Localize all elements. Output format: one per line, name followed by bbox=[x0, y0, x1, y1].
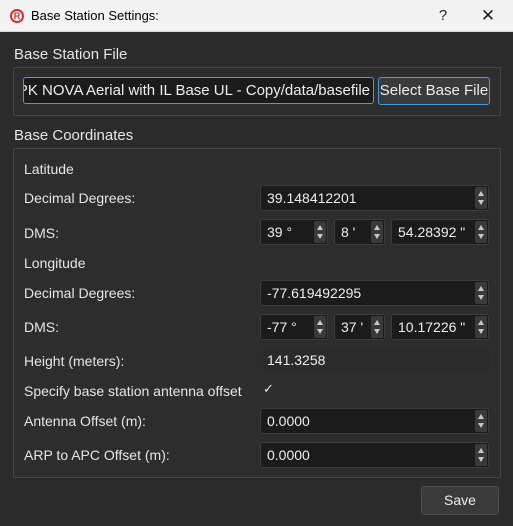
antenna-offset-label: Antenna Offset (m): bbox=[24, 413, 146, 429]
longitude-seconds-input[interactable]: 10.17226 " bbox=[391, 314, 489, 340]
arp-apc-offset-input[interactable]: 0.0000 bbox=[260, 442, 489, 468]
arp-apc-offset-value: 0.0000 bbox=[267, 447, 310, 463]
latitude-dms-label: DMS: bbox=[24, 225, 59, 241]
spin-up-icon bbox=[317, 225, 323, 230]
close-button[interactable]: ✕ bbox=[477, 5, 499, 27]
antenna-offset-input[interactable]: 0.0000 bbox=[260, 408, 489, 434]
latitude-decimal-value: 39.148412201 bbox=[267, 190, 357, 206]
base-file-path-text: PK NOVA Aerial with IL Base UL - Copy/da… bbox=[23, 82, 370, 99]
spin-down-icon bbox=[317, 329, 323, 334]
latitude-seconds-spinner[interactable] bbox=[475, 221, 487, 243]
latitude-degrees-input[interactable]: 39 ° bbox=[260, 219, 328, 245]
latitude-heading: Latitude bbox=[24, 161, 74, 177]
select-base-file-button[interactable]: Select Base File bbox=[378, 77, 490, 105]
longitude-minutes-input[interactable]: 37 ' bbox=[334, 314, 385, 340]
latitude-minutes-spinner[interactable] bbox=[371, 221, 383, 243]
longitude-degrees-spinner[interactable] bbox=[314, 316, 326, 338]
spin-down-icon bbox=[374, 329, 380, 334]
longitude-heading: Longitude bbox=[24, 255, 86, 271]
base-coordinates-title: Base Coordinates bbox=[14, 127, 134, 144]
title-bar: R Base Station Settings: ? ✕ bbox=[0, 0, 513, 32]
spin-down-icon bbox=[478, 329, 484, 334]
longitude-dms-label: DMS: bbox=[24, 319, 59, 335]
longitude-minutes-spinner[interactable] bbox=[371, 316, 383, 338]
window-title: Base Station Settings: bbox=[31, 8, 159, 23]
spin-down-icon bbox=[478, 234, 484, 239]
spin-up-icon bbox=[478, 414, 484, 419]
longitude-minutes-value: 37 ' bbox=[341, 319, 364, 335]
longitude-degrees-value: -77 ° bbox=[267, 319, 297, 335]
spin-up-icon bbox=[478, 225, 484, 230]
spin-up-icon bbox=[478, 286, 484, 291]
latitude-seconds-value: 54.28392 " bbox=[398, 224, 466, 240]
base-file-path-field[interactable]: PK NOVA Aerial with IL Base UL - Copy/da… bbox=[23, 77, 374, 104]
antenna-offset-checkbox-label[interactable]: Specify base station antenna offset bbox=[24, 383, 242, 399]
longitude-degrees-input[interactable]: -77 ° bbox=[260, 314, 328, 340]
spin-down-icon bbox=[374, 234, 380, 239]
help-button[interactable]: ? bbox=[432, 5, 454, 27]
spin-up-icon bbox=[317, 320, 323, 325]
spin-down-icon bbox=[478, 200, 484, 205]
arp-apc-offset-spinner[interactable] bbox=[475, 444, 487, 466]
longitude-decimal-spinner[interactable] bbox=[475, 282, 487, 304]
base-station-file-title: Base Station File bbox=[14, 46, 128, 63]
height-value-field: 141.3258 bbox=[260, 347, 489, 373]
save-button[interactable]: Save bbox=[421, 486, 499, 515]
latitude-minutes-value: 8 ' bbox=[341, 224, 356, 240]
latitude-decimal-spinner[interactable] bbox=[475, 187, 487, 209]
arp-apc-offset-label: ARP to APC Offset (m): bbox=[24, 447, 170, 463]
longitude-decimal-input[interactable]: -77.619492295 bbox=[260, 280, 489, 306]
height-value: 141.3258 bbox=[267, 352, 326, 368]
antenna-offset-value: 0.0000 bbox=[267, 413, 310, 429]
latitude-decimal-label: Decimal Degrees: bbox=[24, 190, 136, 206]
antenna-offset-checkbox[interactable]: ✓ bbox=[263, 381, 274, 397]
spin-down-icon bbox=[478, 423, 484, 428]
spin-up-icon bbox=[374, 320, 380, 325]
spin-up-icon bbox=[478, 320, 484, 325]
latitude-decimal-input[interactable]: 39.148412201 bbox=[260, 185, 489, 211]
spin-up-icon bbox=[478, 191, 484, 196]
spin-up-icon bbox=[374, 225, 380, 230]
longitude-decimal-value: -77.619492295 bbox=[267, 285, 362, 301]
latitude-degrees-spinner[interactable] bbox=[314, 221, 326, 243]
height-label: Height (meters): bbox=[24, 353, 125, 369]
longitude-seconds-value: 10.17226 " bbox=[398, 319, 466, 335]
longitude-decimal-label: Decimal Degrees: bbox=[24, 285, 136, 301]
spin-down-icon bbox=[317, 234, 323, 239]
r-logo-icon: R bbox=[10, 9, 24, 23]
latitude-degrees-value: 39 ° bbox=[267, 224, 293, 240]
spin-down-icon bbox=[478, 457, 484, 462]
latitude-minutes-input[interactable]: 8 ' bbox=[334, 219, 385, 245]
antenna-offset-spinner[interactable] bbox=[475, 410, 487, 432]
spin-down-icon bbox=[478, 295, 484, 300]
longitude-seconds-spinner[interactable] bbox=[475, 316, 487, 338]
spin-up-icon bbox=[478, 448, 484, 453]
latitude-seconds-input[interactable]: 54.28392 " bbox=[391, 219, 489, 245]
